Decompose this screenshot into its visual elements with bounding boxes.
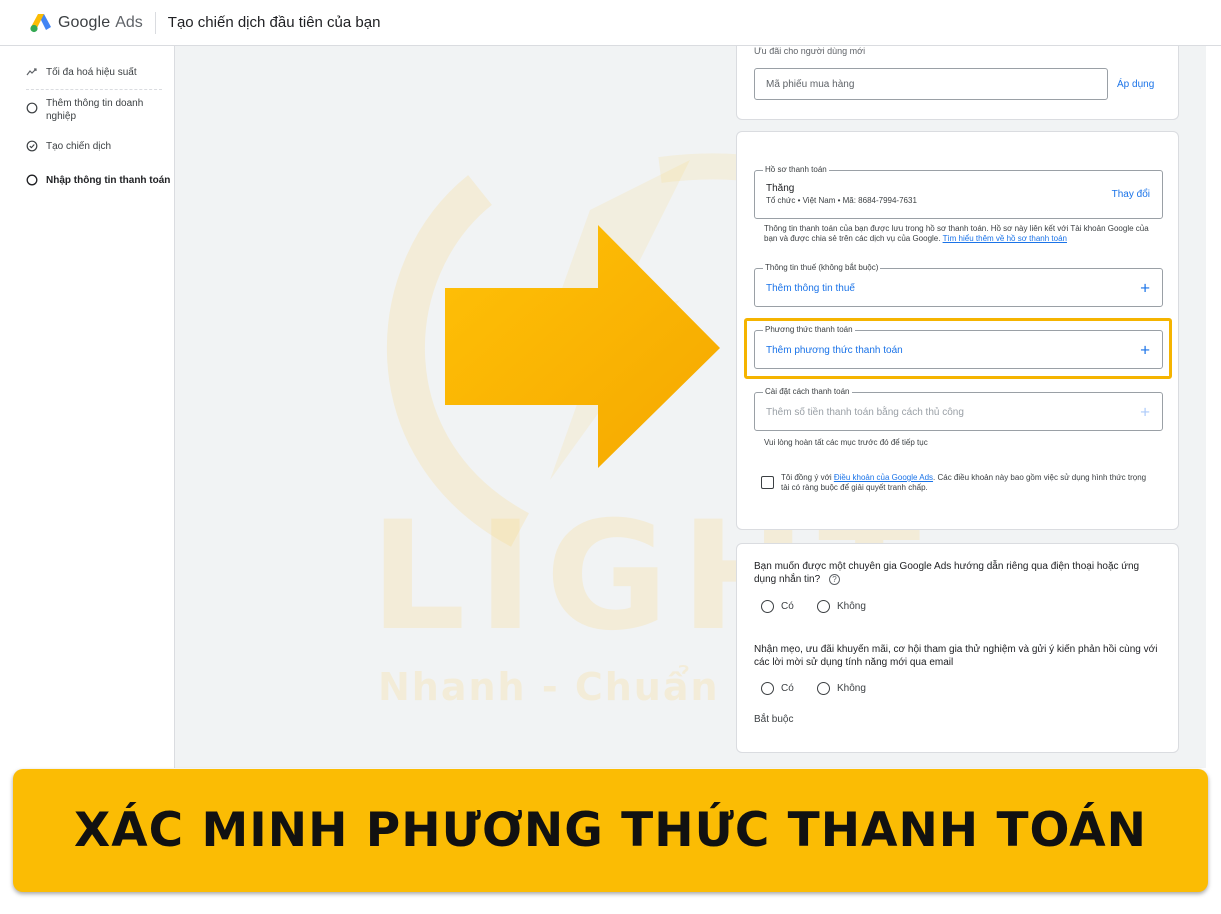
tax-info-field[interactable]: Thông tin thuế (không bắt buộc) Thêm thô… xyxy=(754,263,1163,307)
email-yes-option[interactable]: Có xyxy=(761,682,794,695)
brand-google: Google xyxy=(58,13,111,31)
sidebar-item-label: Nhập thông tin thanh toán xyxy=(46,175,171,186)
add-tax-info-link[interactable]: Thêm thông tin thuế xyxy=(766,283,855,294)
banner-title: XÁC MINH PHƯƠNG THỨC THANH TOÁN xyxy=(74,803,1147,858)
sidebar-item-label: Tạo chiến dịch xyxy=(46,141,112,152)
sidebar-divider xyxy=(26,89,162,90)
email-yes-label: Có xyxy=(781,683,794,694)
change-profile-button[interactable]: Thay đổi xyxy=(1112,189,1150,200)
page: Google Ads Tạo chiến dịch đầu tiên của b… xyxy=(0,0,1221,914)
promo-heading: Ưu đãi cho người dùng mới xyxy=(754,46,866,56)
radio-icon[interactable] xyxy=(817,600,830,613)
header-divider xyxy=(154,11,156,34)
payment-settings-plus-icon: + xyxy=(1140,402,1150,421)
google-ads-logo[interactable]: Google Ads xyxy=(30,13,143,33)
learn-more-link[interactable]: Tìm hiểu thêm về hồ sơ thanh toán xyxy=(943,234,1067,243)
sidebar-item-business-info[interactable]: Thêm thông tin doanh nghiệp xyxy=(26,97,151,123)
expert-yes-label: Có xyxy=(781,601,794,612)
sidebar: Tối đa hoá hiệu suất Thêm thông tin doan… xyxy=(14,46,175,768)
terms-link[interactable]: Điều khoản của Google Ads xyxy=(834,473,933,482)
sidebar-item-create-campaign[interactable]: Tạo chiến dịch xyxy=(26,140,111,153)
sidebar-item-label: Thêm thông tin doanh nghiệp xyxy=(46,98,144,122)
terms-text: Tôi đồng ý với Điều khoản của Google Ads… xyxy=(781,473,1153,493)
terms-prefix: Tôi đồng ý với xyxy=(781,473,832,482)
expert-no-label: Không xyxy=(837,601,866,612)
page-title: Tạo chiến dịch đầu tiên của bạn xyxy=(167,14,381,31)
voucher-input[interactable]: Mã phiếu mua hàng xyxy=(754,68,1108,100)
billing-profile-legend: Hồ sơ thanh toán xyxy=(763,165,829,175)
billing-info-text: Thông tin thanh toán của bạn được lưu tr… xyxy=(764,224,1164,244)
expert-question: Bạn muốn được một chuyên gia Google Ads … xyxy=(754,560,1164,586)
contact-preferences-card: Bạn muốn được một chuyên gia Google Ads … xyxy=(736,543,1179,753)
add-tax-plus-icon[interactable]: + xyxy=(1140,279,1150,296)
circle-icon xyxy=(26,102,38,114)
arrow-right-icon xyxy=(445,225,720,468)
billing-profile-field: Hồ sơ thanh toán Thăng Tổ chức • Việt Na… xyxy=(754,165,1163,219)
sidebar-item-label: Tối đa hoá hiệu suất xyxy=(46,67,137,78)
help-icon[interactable]: ? xyxy=(828,574,840,585)
payment-settings-legend: Cài đặt cách thanh toán xyxy=(763,387,852,397)
billing-profile-name: Thăng xyxy=(766,183,795,194)
radio-icon[interactable] xyxy=(761,600,774,613)
title-banner: XÁC MINH PHƯƠNG THỨC THANH TOÁN xyxy=(13,769,1208,892)
radio-icon[interactable] xyxy=(761,682,774,695)
email-no-option[interactable]: Không xyxy=(817,682,866,695)
billing-profile-details: Tổ chức • Việt Nam • Mã: 8684-7994-7631 xyxy=(766,196,917,205)
google-ads-logo-icon xyxy=(30,13,51,32)
email-tips-question: Nhận mẹo, ưu đãi khuyến mãi, cơ hội tham… xyxy=(754,644,1158,668)
sidebar-item-performance[interactable]: Tối đa hoá hiệu suất xyxy=(26,66,137,79)
expert-question-text: Bạn muốn được một chuyên gia Google Ads … xyxy=(754,561,1140,585)
tax-info-legend: Thông tin thuế (không bắt buộc) xyxy=(763,263,881,273)
check-circle-icon xyxy=(26,140,38,152)
promo-card: Ưu đãi cho người dùng mới Mã phiếu mua h… xyxy=(736,46,1179,120)
expert-no-option[interactable]: Không xyxy=(817,600,866,613)
email-no-label: Không xyxy=(837,683,866,694)
payment-method-highlight xyxy=(744,318,1172,379)
payment-settings-field: Cài đặt cách thanh toán Thêm số tiền tha… xyxy=(754,387,1163,431)
terms-checkbox[interactable] xyxy=(761,476,774,489)
trend-icon xyxy=(26,66,38,78)
radio-icon[interactable] xyxy=(817,682,830,695)
voucher-placeholder: Mã phiếu mua hàng xyxy=(766,79,855,90)
required-label: Bắt buộc xyxy=(754,714,794,725)
apply-button[interactable]: Áp dụng xyxy=(1117,79,1154,90)
sidebar-item-billing[interactable]: Nhập thông tin thanh toán xyxy=(26,174,170,187)
circle-icon xyxy=(26,174,38,186)
settings-hint: Vui lòng hoàn tất các mục trước đó để ti… xyxy=(764,438,928,447)
top-bar: Google Ads Tạo chiến dịch đầu tiên của b… xyxy=(0,0,1221,46)
expert-yes-option[interactable]: Có xyxy=(761,600,794,613)
payment-settings-placeholder: Thêm số tiền thanh toán bằng cách thủ cô… xyxy=(766,407,964,418)
brand-ads: Ads xyxy=(115,13,143,31)
